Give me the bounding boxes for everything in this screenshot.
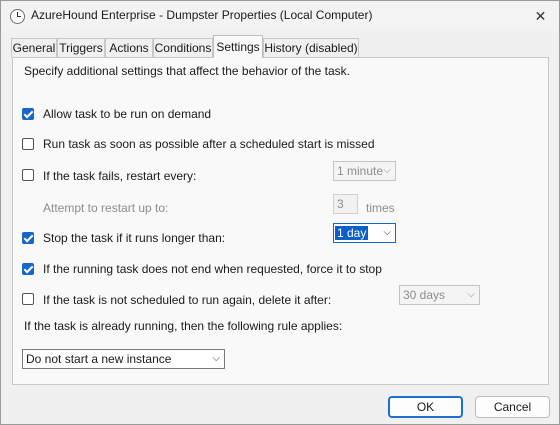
tab-conditions[interactable]: Conditions (153, 38, 213, 57)
delete-duration-value: 30 days (403, 288, 446, 302)
stop-if-longer-label[interactable]: Stop the task if it runs longer than: (43, 231, 225, 245)
chevron-down-icon: ⌵ (383, 165, 391, 176)
title-bar[interactable]: AzureHound Enterprise - Dumpster Propert… (1, 1, 559, 31)
allow-on-demand-checkbox[interactable] (22, 108, 34, 120)
tab-settings[interactable]: Settings (213, 35, 263, 58)
delete-duration-select[interactable]: 30 days ⌵ (399, 285, 480, 305)
close-button[interactable]: ✕ (522, 1, 559, 31)
settings-intro: Specify additional settings that affect … (24, 64, 350, 78)
running-rule-select[interactable]: Do not start a new instance ⌵ (22, 349, 225, 369)
restart-attempts-unit: times (366, 201, 395, 215)
run-asap-label[interactable]: Run task as soon as possible after a sch… (43, 137, 375, 151)
tab-triggers[interactable]: Triggers (57, 38, 105, 57)
force-stop-checkbox[interactable] (22, 263, 34, 275)
properties-dialog: AzureHound Enterprise - Dumpster Propert… (0, 0, 560, 425)
tab-actions[interactable]: Actions (105, 38, 153, 57)
chevron-down-icon: ⌵ (383, 227, 391, 238)
restart-attempts-spinner[interactable]: 3 (333, 194, 358, 214)
chevron-down-icon: ⌵ (212, 353, 220, 364)
restart-attempts-value: 3 (337, 197, 344, 211)
settings-panel: Specify additional settings that affect … (12, 57, 549, 385)
restart-attempts-label: Attempt to restart up to: (43, 201, 169, 215)
run-asap-checkbox[interactable] (22, 138, 34, 150)
rule-label: If the task is already running, then the… (24, 319, 343, 333)
running-rule-value: Do not start a new instance (26, 352, 172, 366)
restart-on-fail-checkbox[interactable] (22, 169, 34, 181)
delete-after-label[interactable]: If the task is not scheduled to run agai… (43, 293, 331, 307)
chevron-down-icon: ⌵ (467, 289, 475, 300)
clock-icon (10, 9, 25, 24)
cancel-button[interactable]: Cancel (475, 396, 550, 418)
ok-button[interactable]: OK (388, 396, 463, 418)
restart-on-fail-label[interactable]: If the task fails, restart every: (43, 169, 196, 183)
tab-general[interactable]: General (11, 38, 57, 57)
stop-if-longer-checkbox[interactable] (22, 232, 34, 244)
allow-on-demand-label[interactable]: Allow task to be run on demand (43, 107, 211, 121)
force-stop-label[interactable]: If the running task does not end when re… (43, 262, 382, 276)
tab-history[interactable]: History (disabled) (263, 38, 359, 57)
restart-interval-value: 1 minute (337, 164, 384, 178)
restart-interval-select[interactable]: 1 minute ⌵ (333, 161, 396, 181)
delete-after-checkbox[interactable] (22, 293, 34, 305)
stop-duration-value: 1 day (335, 226, 369, 240)
window-title: AzureHound Enterprise - Dumpster Propert… (31, 8, 373, 22)
stop-duration-select[interactable]: 1 day ⌵ (333, 223, 396, 243)
